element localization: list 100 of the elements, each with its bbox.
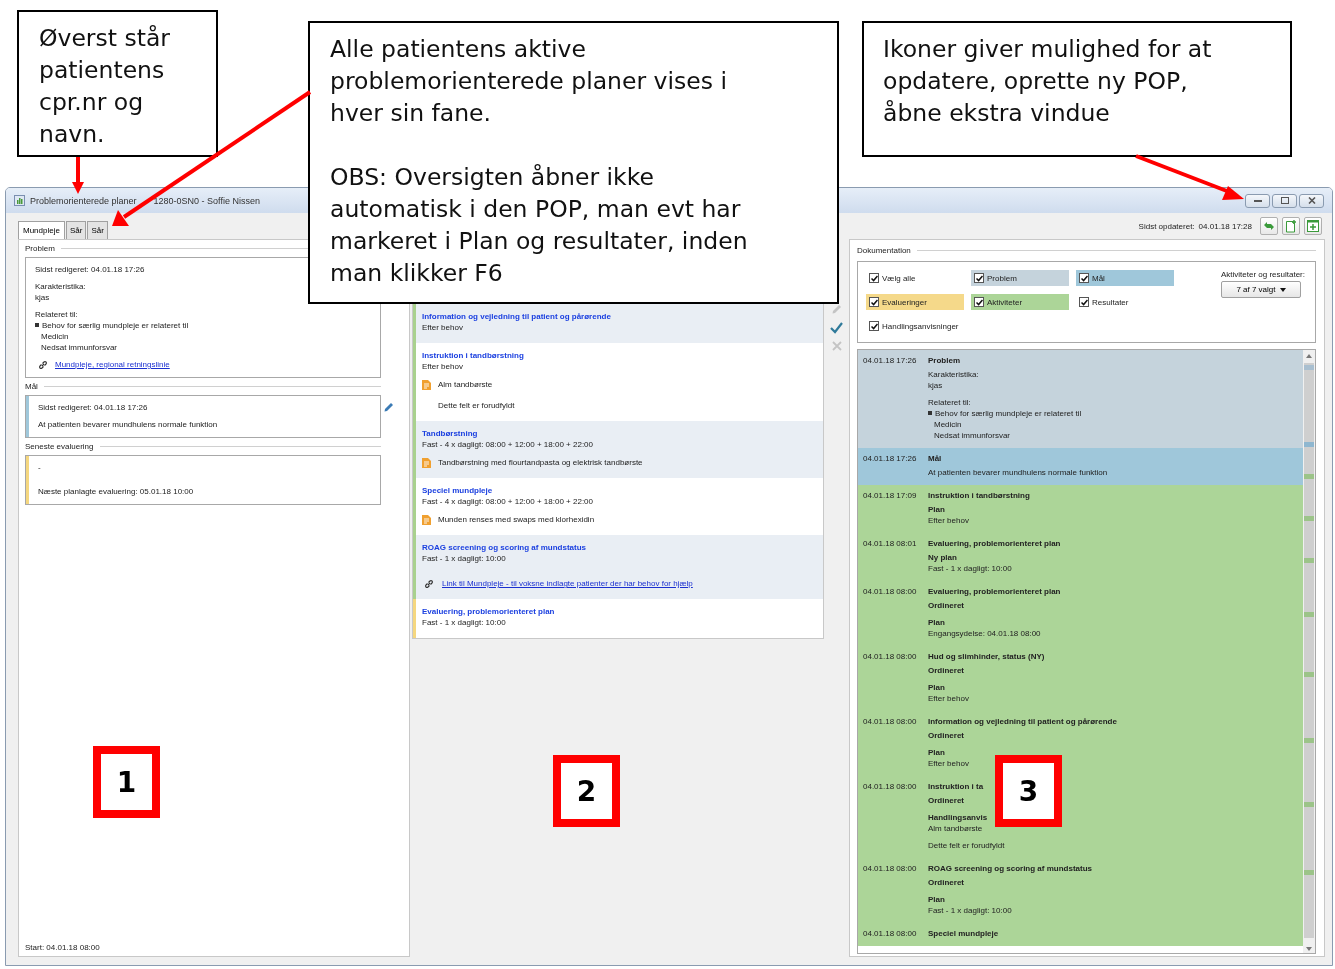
entry-title: Speciel mundpleje (928, 928, 999, 939)
last-updated-value: 04.01.18 17:28 (1198, 221, 1252, 231)
detail-heading: Ordineret (928, 600, 964, 611)
activity-item[interactable]: Tandbørstning Fast - 4 x dagligt: 08:00 + 12:00 + 18:00 + 22:00 Tandbørstning med flourtandpasta og elektrisk tandbørste (413, 421, 823, 478)
close-button[interactable] (1299, 193, 1324, 208)
detail-text: Dette felt er forudfyldt (928, 840, 1005, 851)
activity-schedule: Fast - 1 x dagligt: 10:00 (422, 617, 506, 628)
entry-title: Instruktion i ta (928, 781, 984, 792)
detail-text: Efter behov (928, 758, 969, 769)
number-marker: 3 (995, 755, 1062, 827)
checkbox-label: Aktiviteter (987, 297, 1023, 307)
detail-heading: Ordineret (928, 730, 964, 741)
section-heading: Mål (25, 382, 38, 391)
entry-time: 04.01.18 17:09 (863, 490, 918, 502)
check-icon (830, 322, 843, 334)
detail-heading: Plan (928, 617, 945, 628)
dropdown-label: Aktiviteter og resultater: (1220, 270, 1305, 279)
entry-time: 04.01.18 08:00 (863, 651, 918, 663)
confirm-button[interactable] (830, 322, 843, 334)
entry-title: Evaluering, problemorienteret plan (928, 586, 1061, 597)
activity-title: Tandbørstning (422, 428, 478, 439)
activity-item[interactable]: Evaluering, problemorienteret plan Fast - 1 x dagligt: 10:00 (413, 599, 823, 638)
checkbox[interactable] (1079, 273, 1089, 283)
bullet-item: Behov for særlig mundpleje er relateret til (35, 320, 189, 331)
activity-schedule: Fast - 1 x dagligt: 10:00 (422, 553, 506, 564)
checkbox[interactable] (869, 321, 879, 331)
window-title: 1280-0SN0 - Soffie Nissen (153, 195, 260, 206)
tab[interactable]: Sår (65, 221, 87, 239)
detail-text: Relateret til: (928, 397, 971, 408)
number-marker: 1 (93, 746, 160, 818)
last-updated-label: Sidst opdateret: (1138, 221, 1195, 231)
detail-text: Sidst redigeret: 04.01.18 17:26 (35, 264, 145, 275)
detail-text: Medicin (40, 331, 69, 342)
start-date: Start: 04.01.18 08:00 (25, 943, 101, 952)
callout-note: Alle patientens aktive problemorienterede planer vises i hver sin fane. OBS: Oversigten åbner ikke automatisk i den POP, man evt har markeret i Plan og resultater, inden man klikker F6 (308, 21, 839, 304)
detail-text: kjas (35, 292, 50, 303)
entry-title: Problem (928, 355, 960, 366)
link-icon (424, 578, 434, 589)
detail-text: Relateret til: (35, 309, 78, 320)
detail-text: Alm tandbørste (928, 823, 983, 834)
scrollbar[interactable] (1303, 350, 1315, 953)
window-title: Problemorienterede planer (30, 195, 137, 206)
document-plus-icon (1285, 219, 1297, 233)
window-plus-icon (1307, 220, 1319, 232)
callout-note: Ikoner giver mulighed for at opdatere, oprette ny POP, åbne ekstra vindue (862, 21, 1292, 157)
note-text: Dette felt er forudfyldt (438, 400, 515, 411)
checkbox[interactable] (869, 273, 879, 283)
new-window-button[interactable] (1304, 217, 1322, 235)
refresh-button[interactable] (1260, 217, 1278, 235)
entry-title: Mål (928, 453, 942, 464)
activity-item[interactable]: ROAG screening og scoring af mundstatus Fast - 1 x dagligt: 10:00 Link til Mundpleje - til voksne indlagte patienter der har behov for hjælp (413, 535, 823, 599)
detail-text: Efter behov (928, 515, 969, 526)
detail-heading: Ordineret (928, 877, 964, 888)
note-text: Alm tandbørste (438, 379, 493, 390)
activity-schedule: Efter behov (422, 361, 463, 372)
checkbox[interactable] (1079, 297, 1089, 307)
maximize-button[interactable] (1272, 193, 1297, 208)
tab[interactable]: Sår (87, 221, 108, 239)
section-heading: Seneste evaluering (25, 442, 94, 451)
bullet-item: Behov for særlig mundpleje er relateret til (928, 408, 1082, 419)
detail-text: - (38, 462, 41, 473)
guideline-link[interactable]: Mundpleje, regional retningslinie (55, 359, 170, 370)
detail-heading: Handlingsanvis (928, 812, 988, 823)
guideline-link[interactable]: Link til Mundpleje - til voksne indlagte patienter der har behov for hjælp (442, 578, 693, 589)
detail-heading: Plan (928, 504, 945, 515)
new-document-button[interactable] (1282, 217, 1300, 235)
detail-text: At patienten bevarer mundhulens normale funktion (928, 467, 1108, 478)
entry-title: Information og vejledning til patient og pårørende (928, 716, 1117, 727)
checkbox[interactable] (974, 297, 984, 307)
section-heading: Dokumentation (857, 246, 911, 255)
detail-text: Medicin (933, 419, 962, 430)
activity-schedule: Fast - 4 x dagligt: 08:00 + 12:00 + 18:00 + 22:00 (422, 439, 593, 450)
pencil-icon (383, 401, 395, 413)
maximize-icon (1280, 197, 1289, 204)
activity-item[interactable]: Information og vejledning til patient og pårørende Efter behov (413, 304, 823, 343)
entry-time: 04.01.18 08:01 (863, 538, 918, 550)
checkbox-label: Evalueringer (882, 297, 927, 307)
tab[interactable]: Mundpleje (18, 221, 65, 239)
checkbox[interactable] (974, 273, 984, 283)
checkbox-label: Resultater (1092, 297, 1129, 307)
arrow (72, 157, 84, 194)
detail-text: At patienten bevarer mundhulens normale funktion (38, 419, 218, 430)
dropdown[interactable]: 7 af 7 valgt (1220, 281, 1301, 298)
entry-time: 04.01.18 08:00 (863, 716, 918, 728)
activity-schedule: Efter behov (422, 322, 463, 333)
checkbox-label: Problem (987, 273, 1017, 283)
detail-text: Nedsat immunforsvar (933, 430, 1011, 441)
minimize-icon (1253, 199, 1262, 202)
entry-time: 04.01.18 08:00 (863, 928, 918, 939)
activity-title: Information og vejledning til patient og pårørende (422, 311, 611, 322)
refresh-icon (1263, 220, 1275, 232)
detail-text: Fast - 1 x dagligt: 10:00 (928, 905, 1012, 916)
entry-title: ROAG screening og scoring af mundstatus (928, 863, 1093, 874)
checkbox[interactable] (869, 297, 879, 307)
minimize-button[interactable] (1245, 193, 1270, 208)
detail-heading: Ordineret (928, 795, 964, 806)
number-marker: 2 (553, 755, 620, 827)
checkbox-label: Vælg alle (882, 273, 916, 283)
activity-title: Speciel mundpleje (422, 485, 493, 496)
entry-title: Instruktion i tandbørstning (928, 490, 1030, 501)
